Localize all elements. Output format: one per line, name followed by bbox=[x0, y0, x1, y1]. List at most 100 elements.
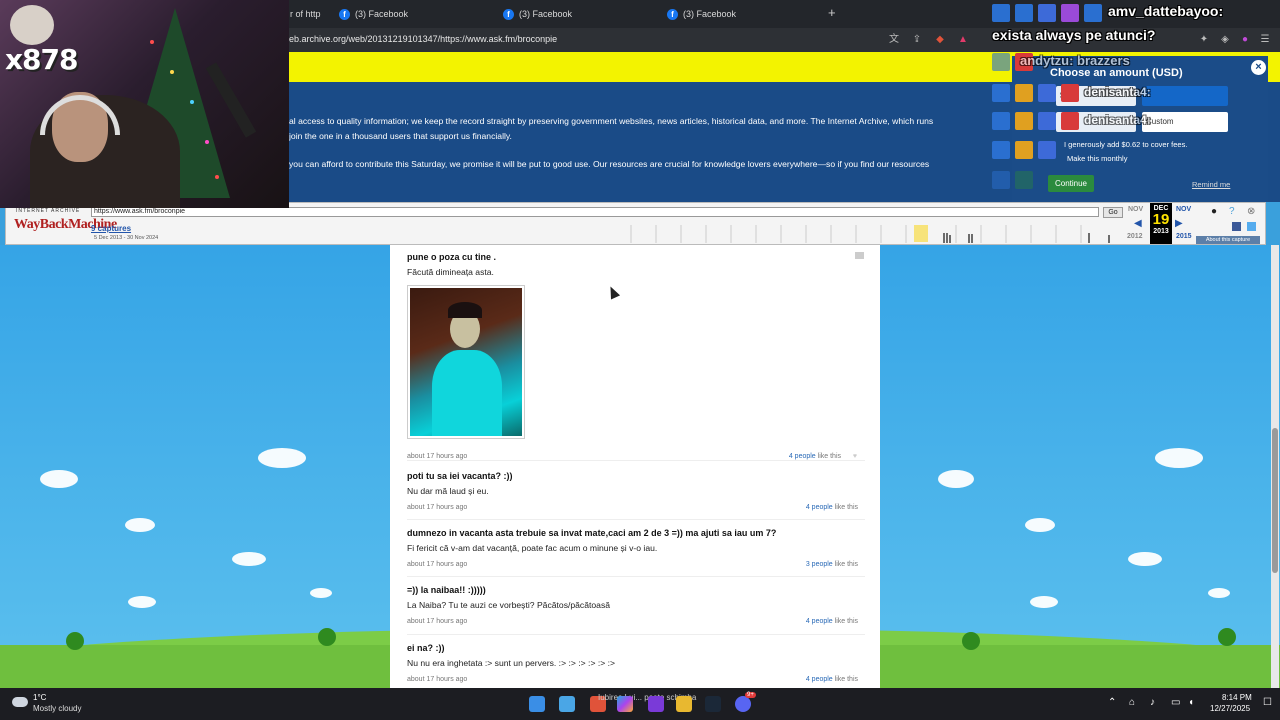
tab-facebook-2[interactable]: f (3) Facebook bbox=[503, 6, 572, 22]
close-toolbar-icon[interactable]: ⊗ bbox=[1247, 206, 1255, 217]
user-icon[interactable]: ● bbox=[1211, 206, 1217, 217]
divider bbox=[407, 634, 865, 635]
mascot-avatar bbox=[10, 5, 54, 45]
menu-icon[interactable]: ☰ bbox=[1259, 34, 1271, 46]
stream-webcam: x878 bbox=[0, 0, 289, 208]
likes[interactable]: 4 people like this bbox=[806, 618, 858, 625]
cloud bbox=[1030, 596, 1058, 608]
cover-fees-checkbox[interactable]: I generously add $0.62 to cover fees. bbox=[1064, 140, 1187, 149]
weather-icon[interactable] bbox=[12, 697, 28, 707]
about-capture-button[interactable]: About this capture bbox=[1196, 236, 1260, 244]
notifications-icon[interactable]: ☐ bbox=[1263, 697, 1272, 708]
cloud bbox=[1208, 588, 1230, 598]
cloud bbox=[232, 552, 266, 566]
discord-icon[interactable] bbox=[735, 696, 751, 712]
custom-amount-input[interactable]: Custom bbox=[1142, 112, 1228, 132]
likes[interactable]: 4 people like this bbox=[789, 453, 841, 460]
wayback-go-button[interactable]: Go bbox=[1103, 207, 1123, 218]
facebook-share-icon[interactable] bbox=[1232, 222, 1241, 231]
tree-light bbox=[215, 175, 219, 179]
tab-archive[interactable]: r of http bbox=[290, 6, 321, 22]
banner-text-line: al access to quality information; we kee… bbox=[289, 116, 934, 126]
folder-icon[interactable] bbox=[676, 696, 692, 712]
likes-count[interactable]: 4 people bbox=[806, 676, 833, 683]
question-text[interactable]: ei na? :)) bbox=[407, 643, 857, 653]
steam-icon[interactable] bbox=[705, 696, 721, 712]
likes-count[interactable]: 4 people bbox=[789, 453, 816, 460]
chat-badge-icon bbox=[992, 4, 1010, 22]
facebook-icon: f bbox=[339, 8, 350, 20]
captures-link[interactable]: 9 captures bbox=[91, 224, 131, 233]
tree-light bbox=[150, 40, 154, 44]
internet-archive-label: INTERNET ARCHIVE bbox=[16, 208, 81, 214]
page-scrollbar[interactable] bbox=[1271, 245, 1279, 688]
prev-month[interactable]: NOV bbox=[1128, 206, 1143, 213]
tab-facebook-3[interactable]: f (3) Facebook bbox=[667, 6, 736, 22]
chat-badge-icon bbox=[1015, 84, 1033, 102]
chat-badge-icon bbox=[1015, 171, 1033, 189]
url-input[interactable]: eb.archive.org/web/20131219101347/https:… bbox=[289, 34, 557, 44]
remind-me-link[interactable]: Remind me bbox=[1192, 180, 1230, 189]
tab-label: r of http bbox=[290, 9, 321, 19]
network-icon[interactable]: ⌂ bbox=[1129, 697, 1135, 708]
likes-count[interactable]: 4 people bbox=[806, 504, 833, 511]
speaker-icon[interactable]: ◖ bbox=[1188, 697, 1194, 708]
wayback-url-input[interactable]: https://www.ask.fm/broconpie bbox=[91, 207, 1099, 217]
amount-option-selected[interactable] bbox=[1142, 86, 1228, 106]
tab-facebook-1[interactable]: f (3) Facebook bbox=[339, 6, 408, 22]
next-month[interactable]: NOV bbox=[1176, 206, 1191, 213]
tree-light bbox=[205, 140, 209, 144]
question-text[interactable]: dumnezo in vacanta asta trebuie sa invat… bbox=[407, 528, 857, 538]
tab-label: (3) Facebook bbox=[519, 9, 573, 19]
ask-fm-feed: pune o poza cu tine . Făcută dimineața a… bbox=[390, 245, 880, 688]
weather-temp[interactable]: 1°C bbox=[33, 693, 46, 702]
brave-shield-icon[interactable]: ◆ bbox=[934, 34, 946, 46]
answer-item: =)) la naibaa!! :))))) La Naiba? Tu te a… bbox=[407, 585, 858, 625]
answer-text: Fi fericit că v-am dat vacanță, poate fa… bbox=[407, 543, 658, 553]
new-tab-button[interactable]: + bbox=[828, 5, 836, 20]
translate-icon[interactable]: 文 bbox=[888, 34, 900, 46]
close-banner-button[interactable]: × bbox=[1251, 60, 1266, 75]
help-icon[interactable]: ? bbox=[1229, 206, 1235, 217]
brave-rewards-icon[interactable]: ▲ bbox=[957, 34, 969, 46]
answer-item: poti tu sa iei vacanta? :)) Nu dar mă la… bbox=[407, 471, 858, 511]
vpn-icon[interactable]: ● bbox=[1239, 34, 1251, 46]
wallet-icon[interactable]: ◈ bbox=[1219, 34, 1231, 46]
likes[interactable]: 4 people like this bbox=[806, 676, 858, 683]
answer-photo[interactable] bbox=[407, 285, 525, 439]
next-year[interactable]: 2015 bbox=[1176, 233, 1192, 240]
cloud bbox=[310, 588, 332, 598]
likes[interactable]: 4 people like this bbox=[806, 504, 858, 511]
question-text[interactable]: poti tu sa iei vacanta? :)) bbox=[407, 471, 857, 481]
app-icon[interactable] bbox=[648, 696, 664, 712]
share-icon[interactable]: ⇪ bbox=[911, 34, 923, 46]
heart-icon[interactable]: ♥ bbox=[853, 453, 857, 460]
make-monthly-checkbox[interactable]: Make this monthly bbox=[1067, 154, 1127, 163]
display-icon[interactable]: ▭ bbox=[1171, 697, 1180, 708]
divider bbox=[407, 519, 865, 520]
answer-item: dumnezo in vacanta asta trebuie sa invat… bbox=[407, 528, 858, 568]
likes-count[interactable]: 4 people bbox=[806, 618, 833, 625]
prev-capture-arrow-icon[interactable]: ◀ bbox=[1134, 218, 1142, 229]
question-text[interactable]: =)) la naibaa!! :))))) bbox=[407, 585, 857, 595]
volume-icon[interactable]: ♪ bbox=[1150, 697, 1155, 708]
tray-overflow-icon[interactable]: ⌃ bbox=[1108, 697, 1116, 708]
twitter-share-icon[interactable] bbox=[1247, 222, 1256, 231]
likes-count[interactable]: 3 people bbox=[806, 561, 833, 568]
clock-time[interactable]: 8:14 PM bbox=[1222, 693, 1252, 702]
scroll-thumb[interactable] bbox=[1272, 428, 1278, 573]
clock-date[interactable]: 12/27/2025 bbox=[1210, 704, 1250, 713]
weather-desc[interactable]: Mostly cloudy bbox=[33, 704, 81, 713]
copilot-icon[interactable] bbox=[617, 696, 633, 712]
answer-item: pune o poza cu tine . Făcută dimineața a… bbox=[407, 252, 857, 277]
capture-sparkline[interactable] bbox=[621, 221, 1121, 245]
extensions-icon[interactable]: ✦ bbox=[1198, 34, 1210, 46]
continue-button[interactable]: Continue bbox=[1048, 175, 1094, 192]
likes[interactable]: 3 people like this bbox=[806, 561, 858, 568]
file-explorer-icon[interactable] bbox=[559, 696, 575, 712]
banner-text-line: join the one in a thousand users that su… bbox=[289, 131, 512, 141]
start-icon[interactable] bbox=[529, 696, 545, 712]
next-capture-arrow-icon[interactable]: ▶ bbox=[1175, 218, 1183, 229]
question-text[interactable]: pune o poza cu tine . bbox=[407, 252, 857, 262]
prev-year[interactable]: 2012 bbox=[1127, 233, 1143, 240]
